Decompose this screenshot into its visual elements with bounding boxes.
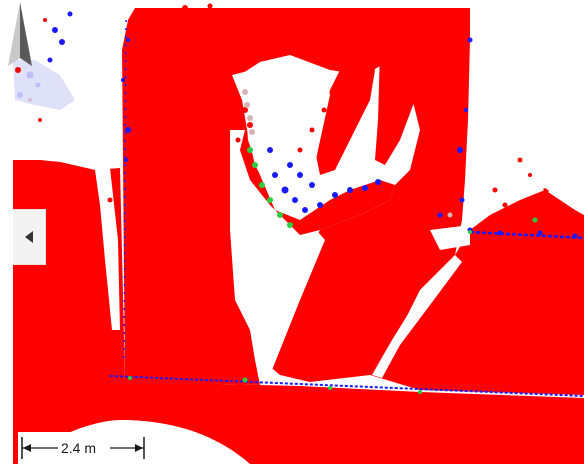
north-arrow-icon bbox=[8, 2, 32, 66]
point-cloud-viewport[interactable]: 2.4 m bbox=[0, 0, 584, 464]
panel-collapse-button[interactable] bbox=[13, 209, 46, 265]
triangle-left-icon bbox=[25, 231, 33, 243]
scale-bar: 2.4 m bbox=[18, 432, 158, 464]
scale-bar-label: 2.4 m bbox=[60, 439, 98, 457]
point-cloud-canvas[interactable] bbox=[0, 0, 584, 464]
